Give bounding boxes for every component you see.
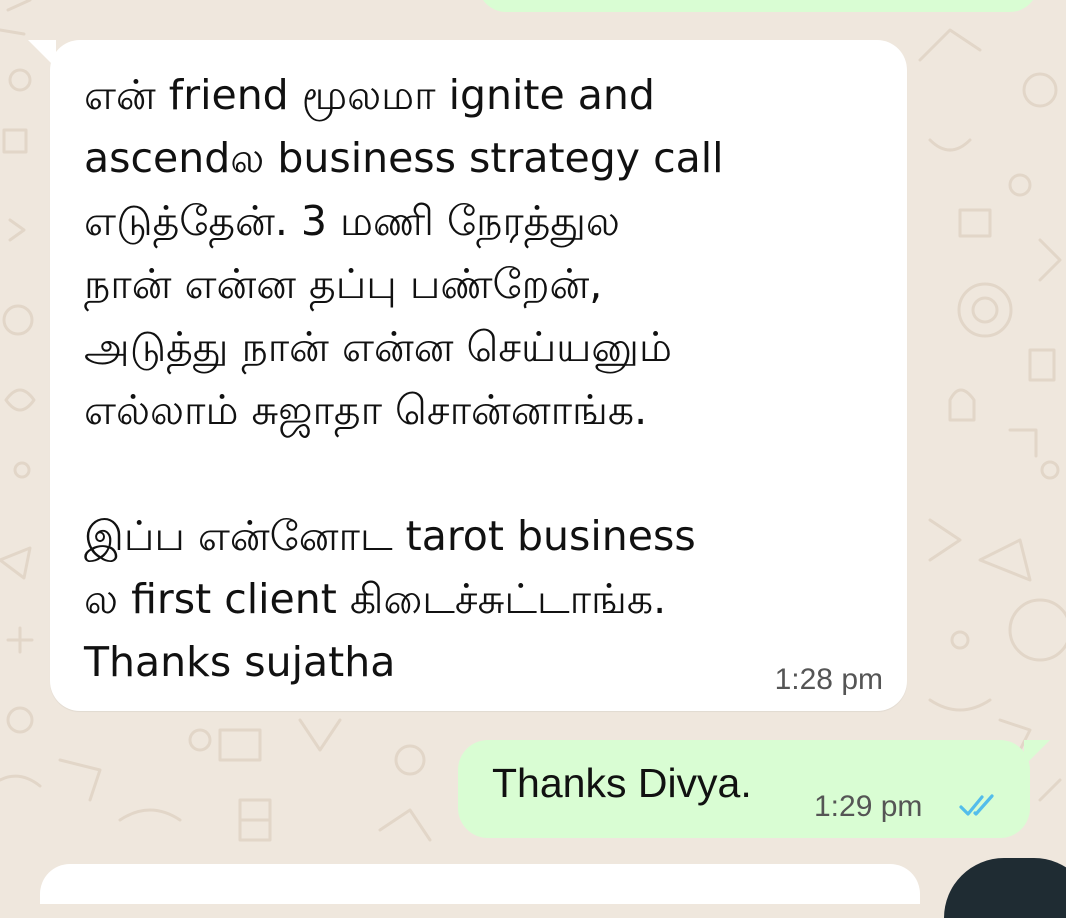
scroll-down-button-edge[interactable] [944, 858, 1066, 918]
previous-outgoing-bubble-edge [478, 0, 1038, 12]
double-check-read-icon [959, 794, 994, 816]
outgoing-message-bubble[interactable]: Thanks Divya. 1:29 pm [458, 740, 1050, 838]
next-message-bubble-edge [40, 864, 920, 904]
outgoing-message-text: Thanks Divya. [492, 760, 752, 806]
outgoing-message-time: 1:29 pm [814, 790, 923, 823]
incoming-message-bubble[interactable]: என் friend மூலமா ignite and ascendல busi… [28, 40, 907, 711]
incoming-message-time: 1:28 pm [774, 663, 883, 696]
incoming-message-text: என் friend மூலமா ignite and ascendல busi… [84, 71, 724, 686]
incoming-bubble-tail [28, 40, 56, 68]
outgoing-bubble-tail [1024, 740, 1050, 766]
